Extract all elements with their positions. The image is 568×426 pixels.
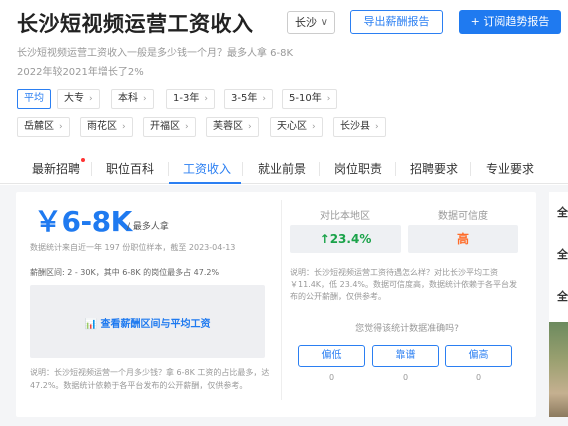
filter-chip-yuelu[interactable]: 岳麓区 ›	[17, 117, 70, 137]
growth-note: 2022年较2021年增长了2%	[17, 67, 144, 78]
filter-chip-yuhua[interactable]: 雨花区 ›	[80, 117, 133, 137]
tab-latest-jobs[interactable]: 最新招聘	[32, 158, 86, 177]
filter-chip-junior-college[interactable]: 大专 ›	[57, 89, 100, 109]
feedback-question: 您觉得该统计数据准确吗?	[355, 324, 459, 334]
vote-high-button[interactable]: 偏高	[445, 345, 512, 367]
tab-salary[interactable]: 工资收入	[183, 160, 231, 177]
chevron-right-icon: ›	[143, 94, 147, 104]
tab-job-wiki[interactable]: 职位百科	[106, 160, 154, 177]
salary-unit: / 最多人拿	[127, 222, 169, 232]
chevron-right-icon: ›	[262, 94, 266, 104]
chevron-right-icon: ›	[59, 122, 63, 132]
side-card-text[interactable]: 全	[557, 204, 568, 220]
filter-chip-average[interactable]: 平均	[17, 89, 51, 109]
vote-reliable-button[interactable]: 靠谱	[372, 345, 439, 367]
chevron-right-icon: ›	[122, 122, 126, 132]
chevron-right-icon: ›	[185, 122, 189, 132]
tab-separator	[91, 162, 92, 176]
tab-separator	[242, 162, 243, 176]
sample-note: 数据统计来自近一年 197 份职位样本，截至 2023-04-13	[30, 243, 236, 252]
vote-reliable-count: 0	[402, 373, 409, 382]
side-card-text[interactable]: 全	[557, 246, 568, 262]
tab-active-indicator	[169, 182, 241, 184]
salary-explanation: 说明：长沙短视频运营一个月多少钱？拿 6-8K 工资的占比最多，达 47.2%。…	[30, 368, 270, 390]
filter-chip-3-5-years[interactable]: 3-5年 ›	[224, 89, 273, 109]
filter-chip-1-3-years[interactable]: 1-3年 ›	[166, 89, 215, 109]
chevron-right-icon: ›	[204, 94, 208, 104]
chevron-right-icon: ›	[89, 94, 93, 104]
vote-low-button[interactable]: 偏低	[298, 345, 365, 367]
tab-separator	[168, 162, 169, 176]
salary-range-note: 薪酬区间: 2 - 30K，其中 6-8K 的岗位最多占 47.2%	[30, 268, 220, 277]
view-salary-chart-button[interactable]: 📊 查看薪酬区间与平均工资	[30, 285, 265, 358]
page-title: 长沙短视频运营工资收入	[17, 12, 254, 36]
filter-chip-kaifu[interactable]: 开福区 ›	[143, 117, 196, 137]
filter-chip-bachelor[interactable]: 本科 ›	[111, 89, 154, 109]
new-dot-icon	[81, 158, 86, 162]
side-card-text[interactable]: 全	[557, 288, 568, 304]
vote-high-count: 0	[475, 373, 482, 382]
vote-low-count: 0	[328, 373, 335, 382]
salary-value: ￥6-8K	[34, 205, 132, 238]
chevron-right-icon: ›	[248, 122, 252, 132]
view-salary-chart-label: 📊 查看薪酬区间与平均工资	[84, 319, 211, 330]
filter-chip-furong[interactable]: 芙蓉区 ›	[206, 117, 259, 137]
side-photo[interactable]	[549, 322, 568, 417]
page-subtitle: 长沙短视频运营工资收入一般是多少钱一个月？最多人拿 6-8K	[17, 48, 294, 59]
